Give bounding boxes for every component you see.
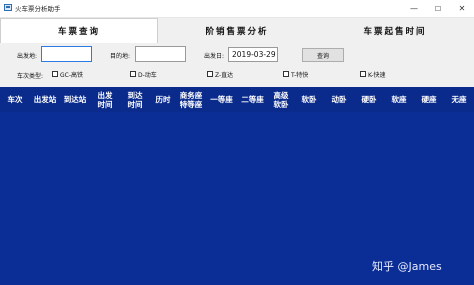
checkbox-t[interactable]: T-特快	[283, 70, 309, 79]
column-header[interactable]: 硬卧	[354, 87, 384, 112]
column-header[interactable]: 软座	[384, 87, 414, 112]
checkbox-box[interactable]	[283, 71, 289, 77]
checkbox-label: GC-高铁	[60, 71, 84, 79]
column-header[interactable]: 出发站	[30, 87, 60, 112]
tab-bar: 车票查询 阶销售票分析 车票起售时间	[0, 18, 474, 44]
date-picker[interactable]: 2019-03-29	[228, 47, 278, 62]
column-header[interactable]: 一等座	[206, 87, 237, 112]
minimize-button[interactable]: —	[402, 0, 426, 17]
app-icon	[4, 4, 12, 11]
query-button[interactable]: 查询	[302, 48, 344, 62]
title-bar: 火车票分析助手 — ☐ ✕	[0, 0, 474, 18]
watermark: 知乎 @James	[372, 260, 442, 273]
column-header[interactable]: 到达站	[60, 87, 90, 112]
query-panel: 出发地: 目的地: 出发日: 2019-03-29 查询 车次类型: GC-高铁…	[0, 43, 474, 87]
column-header[interactable]: 车次	[0, 87, 30, 112]
from-label: 出发地:	[17, 53, 38, 60]
column-header[interactable]: 硬座	[414, 87, 444, 112]
checkbox-box[interactable]	[130, 71, 136, 77]
checkbox-box[interactable]	[207, 71, 213, 77]
checkbox-z[interactable]: Z-直达	[207, 70, 234, 79]
window-title: 火车票分析助手	[15, 5, 61, 13]
checkbox-box[interactable]	[52, 71, 58, 77]
close-button[interactable]: ✕	[450, 0, 474, 17]
tab-ticket-query[interactable]: 车票查询	[0, 18, 158, 43]
from-input[interactable]	[41, 46, 92, 62]
checkbox-label: Z-直达	[215, 71, 234, 79]
checkbox-label: T-特快	[291, 71, 309, 79]
date-label: 出发日:	[204, 53, 225, 60]
column-header[interactable]: 无座	[444, 87, 474, 112]
results-table[interactable]: 车次 出发站 到达站 出发 时间 到达 时间 历时 商务座 特等座 一等座 二等…	[0, 87, 474, 285]
tab-sale-start-time[interactable]: 车票起售时间	[316, 18, 474, 43]
column-header[interactable]: 动卧	[324, 87, 354, 112]
checkbox-label: K-快速	[368, 71, 386, 79]
column-header[interactable]: 出发 时间	[90, 87, 120, 112]
maximize-button[interactable]: ☐	[426, 0, 450, 17]
checkbox-d[interactable]: D-动车	[130, 70, 157, 79]
column-header[interactable]: 高级 软卧	[268, 87, 294, 112]
checkbox-k[interactable]: K-快速	[360, 70, 386, 79]
to-label: 目的地:	[110, 53, 131, 60]
column-header[interactable]: 商务座 特等座	[176, 87, 206, 112]
to-input[interactable]	[135, 46, 186, 62]
tab-presale-analysis[interactable]: 阶销售票分析	[158, 18, 316, 43]
checkbox-label: D-动车	[138, 71, 157, 79]
column-header[interactable]: 软卧	[294, 87, 324, 112]
column-header[interactable]: 历时	[150, 87, 176, 112]
checkbox-gc[interactable]: GC-高铁	[52, 70, 84, 79]
checkbox-box[interactable]	[360, 71, 366, 77]
train-type-label: 车次类型:	[17, 73, 44, 80]
column-header[interactable]: 到达 时间	[120, 87, 150, 112]
table-header: 车次 出发站 到达站 出发 时间 到达 时间 历时 商务座 特等座 一等座 二等…	[0, 87, 474, 112]
column-header[interactable]: 二等座	[237, 87, 268, 112]
